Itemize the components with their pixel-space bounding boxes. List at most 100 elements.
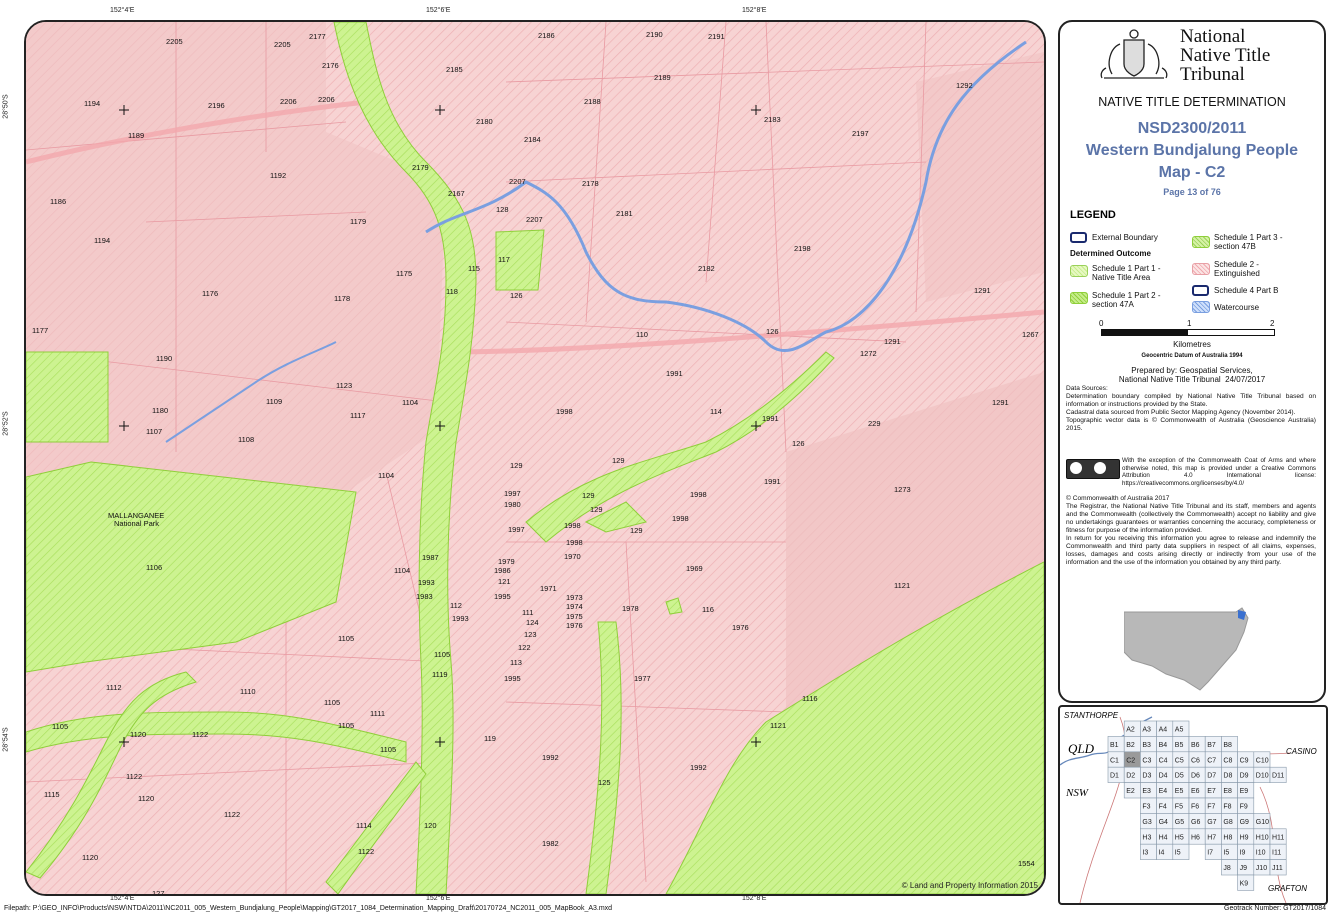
parcel-label: 1108 <box>238 435 254 444</box>
index-cell[interactable]: E2 <box>1123 782 1141 799</box>
index-cell[interactable]: G3 <box>1140 813 1157 830</box>
index-cell[interactable]: C9 <box>1237 751 1255 768</box>
index-cell[interactable]: B1 <box>1107 736 1125 753</box>
parcel-label: 2188 <box>584 97 601 106</box>
index-cell[interactable]: H10 <box>1253 828 1271 845</box>
index-cell[interactable]: D11 <box>1269 766 1287 783</box>
index-cell[interactable]: H5 <box>1172 828 1190 845</box>
parcel-label: 1194 <box>84 99 100 108</box>
index-cell[interactable]: G4 <box>1156 813 1174 830</box>
index-cell[interactable]: A2 <box>1123 720 1141 737</box>
index-cell[interactable]: G9 <box>1237 813 1255 830</box>
index-cell[interactable]: C4 <box>1156 751 1174 768</box>
index-cell[interactable]: B6 <box>1188 736 1206 753</box>
index-cell[interactable]: C5 <box>1172 751 1190 768</box>
index-cell[interactable]: G8 <box>1221 813 1238 830</box>
index-cell[interactable]: I7 <box>1204 843 1222 860</box>
index-cell[interactable]: D3 <box>1140 766 1157 783</box>
index-cell[interactable]: J10 <box>1253 859 1271 876</box>
index-cell[interactable]: H4 <box>1156 828 1174 845</box>
index-cell[interactable]: C8 <box>1221 751 1238 768</box>
map-canvas[interactable]: 2205 2205 2177 2186 2190 2191 1292 2176 2185 2189… <box>26 22 1044 894</box>
parcel-label: 2167 <box>448 189 465 198</box>
index-cell[interactable]: I4 <box>1156 843 1174 860</box>
svg-text:H8: H8 <box>1223 834 1232 841</box>
map-frame[interactable]: 2205 2205 2177 2186 2190 2191 1292 2176 2185 2189… <box>24 20 1046 896</box>
svg-text:E9: E9 <box>1240 788 1249 795</box>
index-cell[interactable]: E3 <box>1140 782 1157 799</box>
index-cell[interactable]: G6 <box>1188 813 1206 830</box>
index-cell[interactable]: A5 <box>1172 720 1190 737</box>
index-cell[interactable]: B7 <box>1204 736 1222 753</box>
index-cell[interactable] <box>1189 844 1205 859</box>
index-cell[interactable]: G7 <box>1204 813 1222 830</box>
index-cell[interactable]: J11 <box>1269 859 1287 876</box>
index-cell[interactable]: D7 <box>1204 766 1222 783</box>
index-cell[interactable]: I9 <box>1237 843 1255 860</box>
index-cell[interactable]: B3 <box>1140 736 1157 753</box>
index-cell[interactable]: F5 <box>1172 797 1190 814</box>
index-cell[interactable]: J9 <box>1237 859 1255 876</box>
index-cell[interactable]: B5 <box>1172 736 1190 753</box>
index-cell[interactable]: D4 <box>1156 766 1174 783</box>
index-cell[interactable]: F8 <box>1221 797 1238 814</box>
index-cell[interactable]: C1 <box>1107 751 1125 768</box>
index-cell[interactable]: D8 <box>1221 766 1238 783</box>
index-cell[interactable]: H11 <box>1269 828 1287 845</box>
index-cell[interactable]: B8 <box>1221 736 1238 753</box>
parcel-label: 1975 <box>566 612 583 621</box>
index-cell[interactable]: B4 <box>1156 736 1174 753</box>
svg-text:E2: E2 <box>1126 788 1135 795</box>
index-cell[interactable]: H9 <box>1237 828 1255 845</box>
index-cell[interactable]: D9 <box>1237 766 1255 783</box>
svg-text:J9: J9 <box>1240 865 1248 872</box>
index-cell[interactable]: E9 <box>1237 782 1255 799</box>
index-cell[interactable]: A4 <box>1156 720 1174 737</box>
legend-swatch-s1p2 <box>1070 292 1088 304</box>
index-cell[interactable]: F9 <box>1237 797 1255 814</box>
place-stanthorpe: STANTHORPE <box>1064 711 1119 720</box>
index-cell[interactable]: C6 <box>1188 751 1206 768</box>
index-cell[interactable]: F4 <box>1156 797 1174 814</box>
index-cell[interactable]: I10 <box>1253 843 1271 860</box>
parcel-label: 2207 <box>509 177 526 186</box>
index-cell[interactable]: C10 <box>1253 751 1271 768</box>
svg-text:B1: B1 <box>1110 742 1119 749</box>
index-cell[interactable]: J8 <box>1221 859 1238 876</box>
parcel-label: 1117 <box>350 411 366 420</box>
index-cell[interactable]: D10 <box>1253 766 1271 783</box>
index-cell[interactable]: H6 <box>1188 828 1206 845</box>
index-cell[interactable]: H3 <box>1140 828 1157 845</box>
index-cell[interactable]: C3 <box>1140 751 1157 768</box>
index-cell[interactable]: F6 <box>1188 797 1206 814</box>
index-cell[interactable]: G10 <box>1253 813 1271 830</box>
index-cell[interactable]: C2 <box>1123 751 1141 768</box>
svg-text:J11: J11 <box>1272 865 1283 872</box>
index-cell[interactable]: E6 <box>1188 782 1206 799</box>
index-cell[interactable]: H8 <box>1221 828 1238 845</box>
index-cell[interactable]: F3 <box>1140 797 1157 814</box>
index-cell[interactable]: I3 <box>1140 843 1157 860</box>
scale-bar <box>1101 329 1275 336</box>
index-cell[interactable]: E4 <box>1156 782 1174 799</box>
index-cell[interactable]: I11 <box>1269 843 1287 860</box>
index-cell[interactable]: E5 <box>1172 782 1190 799</box>
svg-text:A5: A5 <box>1175 727 1184 734</box>
parcel-label: 1291 <box>992 398 1009 407</box>
parcel-label: 2196 <box>208 101 225 110</box>
index-cell[interactable]: F7 <box>1204 797 1222 814</box>
index-cell[interactable]: D1 <box>1107 766 1125 783</box>
index-cell[interactable]: E7 <box>1204 782 1222 799</box>
index-cell[interactable]: A3 <box>1140 720 1157 737</box>
index-cell[interactable]: D6 <box>1188 766 1206 783</box>
index-cell[interactable]: B2 <box>1123 736 1141 753</box>
index-cell[interactable]: I5 <box>1172 843 1190 860</box>
index-cell[interactable]: I5 <box>1221 843 1238 860</box>
index-cell[interactable]: C7 <box>1204 751 1222 768</box>
index-cell[interactable]: H7 <box>1204 828 1222 845</box>
index-cell[interactable]: K9 <box>1237 874 1255 891</box>
index-cell[interactable]: E8 <box>1221 782 1238 799</box>
index-cell[interactable]: D2 <box>1123 766 1141 783</box>
index-cell[interactable]: G5 <box>1172 813 1190 830</box>
index-cell[interactable]: D5 <box>1172 766 1190 783</box>
